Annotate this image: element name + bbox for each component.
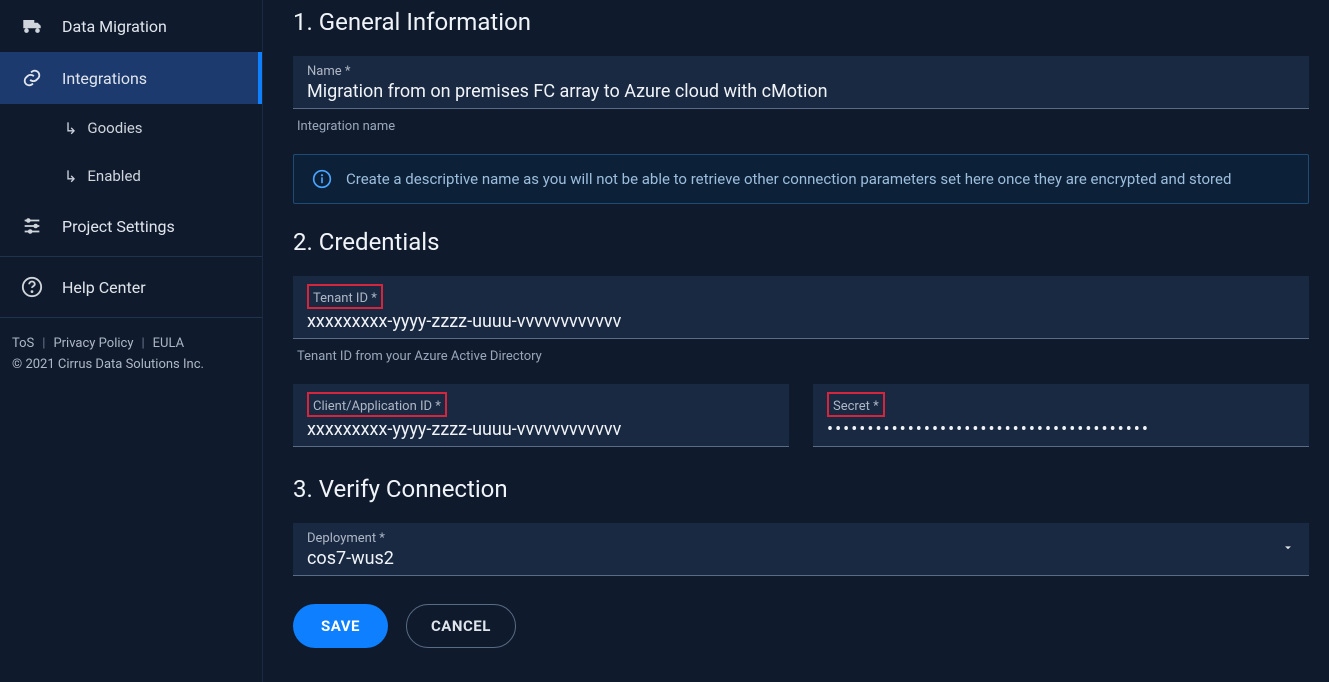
deployment-field[interactable]: Deployment * cos7-wus2 xyxy=(293,523,1309,576)
return-arrow-icon: ↳ xyxy=(64,167,77,186)
sidebar-item-help-center[interactable]: Help Center xyxy=(0,261,262,313)
sidebar-item-data-migration[interactable]: Data Migration xyxy=(0,0,262,52)
footer-tos[interactable]: ToS xyxy=(12,336,34,351)
footer-eula[interactable]: EULA xyxy=(153,336,184,351)
sidebar-sub-label: Goodies xyxy=(87,119,142,137)
secret-field[interactable]: Secret * xyxy=(813,384,1309,447)
secret-input[interactable] xyxy=(827,419,1295,440)
section-2-title: 2. Credentials xyxy=(293,228,1309,256)
sidebar-item-label: Data Migration xyxy=(62,17,167,36)
client-field[interactable]: Client/Application ID * xyxy=(293,384,789,447)
sidebar-item-label: Project Settings xyxy=(62,217,175,236)
footer-links: ToS | Privacy Policy | EULA © 2021 Cirru… xyxy=(0,322,262,386)
name-hint: Integration name xyxy=(297,119,1309,134)
client-input[interactable] xyxy=(307,419,775,440)
sidebar-sub-goodies[interactable]: ↳ Goodies xyxy=(0,104,262,152)
info-banner: Create a descriptive name as you will no… xyxy=(293,154,1309,204)
tenant-input[interactable] xyxy=(307,311,1295,332)
client-label: Client/Application ID * xyxy=(313,399,441,414)
sidebar: Data Migration Integrations ↳ Goodies ↳ … xyxy=(0,0,263,682)
section-3-title: 3. Verify Connection xyxy=(293,475,1309,503)
name-label: Name * xyxy=(307,64,1295,79)
action-row: SAVE CANCEL xyxy=(293,604,1309,648)
info-icon xyxy=(312,169,332,189)
tenant-hint: Tenant ID from your Azure Active Directo… xyxy=(297,349,1309,364)
tenant-label: Tenant ID * xyxy=(313,291,377,306)
help-icon xyxy=(20,275,44,299)
sidebar-item-label: Help Center xyxy=(62,278,146,297)
section-1-title: 1. General Information xyxy=(293,8,1309,36)
sidebar-item-project-settings[interactable]: Project Settings xyxy=(0,200,262,252)
deployment-value: cos7-wus2 xyxy=(307,548,1295,569)
truck-icon xyxy=(20,14,44,38)
footer-privacy[interactable]: Privacy Policy xyxy=(53,336,133,351)
deployment-label: Deployment * xyxy=(307,531,1295,546)
main-content: 1. General Information Name * Integratio… xyxy=(263,0,1329,682)
sidebar-item-integrations[interactable]: Integrations xyxy=(0,52,262,104)
name-input[interactable] xyxy=(307,81,1295,102)
return-arrow-icon: ↳ xyxy=(64,119,77,138)
cancel-button[interactable]: CANCEL xyxy=(406,604,516,648)
divider xyxy=(0,256,262,257)
footer-copyright: © 2021 Cirrus Data Solutions Inc. xyxy=(12,357,250,372)
save-button[interactable]: SAVE xyxy=(293,604,388,648)
chevron-down-icon xyxy=(1281,540,1295,559)
sliders-icon xyxy=(20,214,44,238)
name-field[interactable]: Name * xyxy=(293,56,1309,109)
sidebar-sub-label: Enabled xyxy=(87,167,140,185)
divider xyxy=(0,317,262,318)
link-icon xyxy=(20,66,44,90)
secret-label: Secret * xyxy=(833,399,879,414)
sidebar-item-label: Integrations xyxy=(62,69,147,88)
sidebar-sub-enabled[interactable]: ↳ Enabled xyxy=(0,152,262,200)
info-text: Create a descriptive name as you will no… xyxy=(346,170,1231,188)
tenant-field[interactable]: Tenant ID * xyxy=(293,276,1309,339)
